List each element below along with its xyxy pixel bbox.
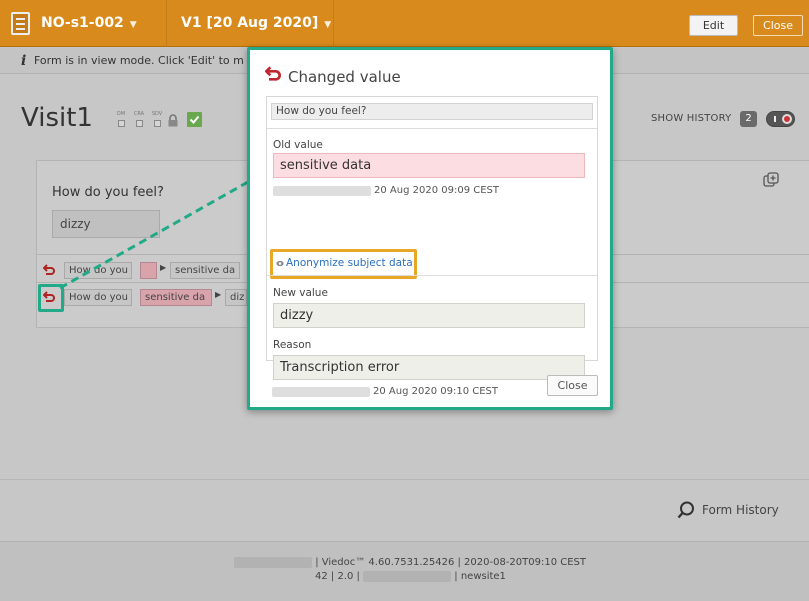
question-header: How do you feel?: [271, 103, 593, 120]
modal-title: Changed value: [288, 68, 401, 86]
highlighted-changed-value-icon[interactable]: [38, 284, 64, 312]
changed-value-icon: [265, 66, 281, 82]
modal-close-button[interactable]: Close: [547, 375, 598, 396]
old-value-label: Old value: [273, 139, 323, 151]
divider: [267, 275, 597, 276]
reason-label: Reason: [273, 339, 312, 351]
anonymize-link-text: Anonymize subject data: [286, 257, 413, 269]
change-details: How do you feel? Old value sensitive dat…: [266, 96, 598, 380]
changed-value-modal: Changed value How do you feel? Old value…: [247, 47, 613, 410]
new-value-field: dizzy: [273, 303, 585, 328]
new-value-timestamp: 20 Aug 2020 09:10 CEST: [373, 386, 498, 397]
redacted-user: [273, 186, 371, 196]
old-value-field: sensitive data: [273, 153, 585, 178]
new-value-label: New value: [273, 287, 328, 299]
reason-field: Transcription error: [273, 355, 585, 380]
eye-icon: [276, 260, 284, 267]
old-value-timestamp: 20 Aug 2020 09:09 CEST: [374, 185, 499, 196]
divider: [267, 128, 597, 129]
redacted-user: [272, 387, 370, 397]
